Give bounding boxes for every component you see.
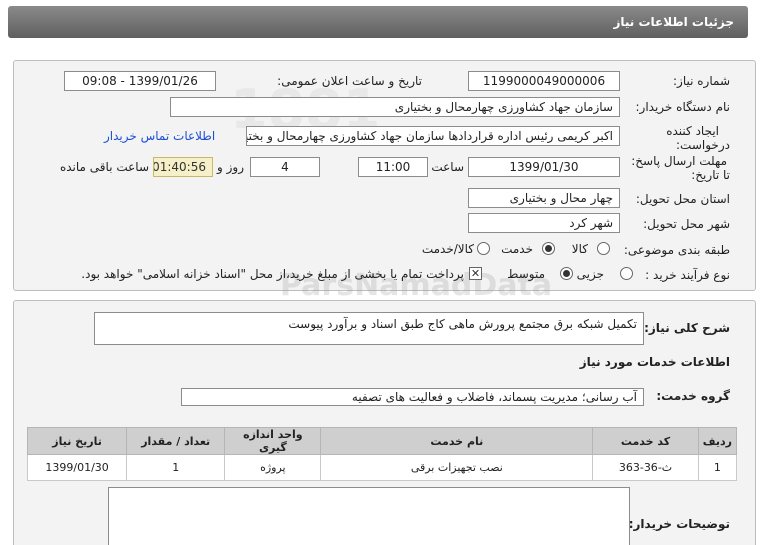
creator-field: اکبر کریمی رئیس اداره قراردادها سازمان ج… — [246, 126, 620, 146]
buyer-notes-label: توضیحات خریدار: — [628, 517, 730, 531]
announce-label: تاریخ و ساعت اعلان عمومی: — [277, 74, 422, 88]
col-header-code: کد خدمت — [592, 427, 699, 455]
category-radio-goods[interactable] — [597, 242, 610, 255]
col-header-quantity: تعداد / مقدار — [126, 427, 226, 455]
need-number-field: 1199000049000006 — [468, 71, 620, 91]
cell-name: نصب تجهیزات برقی — [320, 454, 594, 481]
payment-text: پرداخت تمام یا بخشی از مبلغ خرید،از محل … — [81, 267, 464, 281]
cell-unit: پروژه — [224, 454, 322, 481]
days-label: روز و — [217, 160, 244, 174]
province-field: چهار محال و بختیاری — [468, 188, 620, 208]
process-option-minor: جزیی — [576, 267, 604, 281]
category-label: طبقه بندی موضوعی: — [623, 243, 730, 257]
col-header-name: نام خدمت — [320, 427, 594, 455]
need-number-label: شماره نیاز: — [673, 74, 730, 88]
services-table-container: ردیف کد خدمت نام خدمت واحد اندازه گیری ت… — [26, 427, 738, 481]
creator-label-2: درخواست: — [676, 138, 730, 152]
deadline-time-field: 11:00 — [358, 157, 428, 177]
summary-label: شرح کلی نیاز: — [644, 321, 730, 335]
payment-checkbox[interactable]: ✕ — [469, 267, 482, 280]
deadline-label-1: مهلت ارسال پاسخ: — [631, 154, 727, 168]
page-header: جزئیات اطلاعات نیاز — [8, 6, 748, 38]
buyer-notes-field — [108, 487, 630, 545]
category-radio-goods-service[interactable] — [477, 242, 490, 255]
buyer-org-field: سازمان جهاد کشاورزی چهارمحال و بختیاری — [170, 97, 620, 117]
city-field: شهر کرد — [468, 213, 620, 233]
deadline-date-field: 1399/01/30 — [468, 157, 620, 177]
buyer-contact-link[interactable]: اطلاعات تماس خریدار — [104, 129, 215, 143]
category-option-service: خدمت — [501, 242, 533, 256]
col-header-row: ردیف — [697, 427, 738, 455]
cell-quantity: 1 — [126, 454, 226, 481]
category-option-goods-service: کالا/خدمت — [421, 242, 474, 256]
summary-field: تکمیل شبکه برق مجتمع پرورش ماهی کاج طبق … — [94, 312, 644, 345]
col-header-unit: واحد اندازه گیری — [224, 427, 322, 455]
category-radio-service[interactable] — [542, 242, 555, 255]
creator-label-1: ایجاد کننده — [666, 124, 719, 138]
process-option-medium: متوسط — [507, 267, 545, 281]
deadline-label-2: تا تاریخ: — [691, 168, 730, 182]
deadline-hour-label: ساعت — [431, 160, 464, 174]
cell-row: 1 — [697, 454, 738, 481]
category-option-goods: کالا — [571, 242, 588, 256]
cell-code: ث-36-363 — [592, 454, 699, 481]
service-group-label: گروه خدمت: — [656, 389, 730, 403]
services-table: ردیف کد خدمت نام خدمت واحد اندازه گیری ت… — [26, 427, 738, 481]
process-radio-medium[interactable] — [560, 267, 573, 280]
service-group-field: آب رسانی؛ مدیریت پسماند، فاضلاب و فعالیت… — [181, 388, 644, 406]
cell-date: 1399/01/30 — [26, 454, 128, 481]
services-section-title: اطلاعات خدمات مورد نیاز — [579, 355, 730, 369]
days-remaining-field: 4 — [250, 157, 320, 177]
remaining-time-field: 01:40:56 — [153, 157, 213, 177]
process-label: نوع فرآیند خرید : — [645, 268, 730, 282]
buyer-org-label: نام دستگاه خریدار: — [635, 100, 731, 114]
table-row: 1 ث-36-363 نصب تجهیزات برقی پروژه 1 1399… — [26, 454, 738, 481]
province-label: استان محل تحویل: — [635, 192, 730, 206]
announce-field: 1399/01/26 - 09:08 — [64, 71, 216, 91]
remaining-time-label: ساعت باقی مانده — [59, 160, 149, 174]
process-radio-minor[interactable] — [620, 267, 633, 280]
city-label: شهر محل تحویل: — [643, 217, 730, 231]
col-header-date: تاریخ نیاز — [26, 427, 128, 455]
